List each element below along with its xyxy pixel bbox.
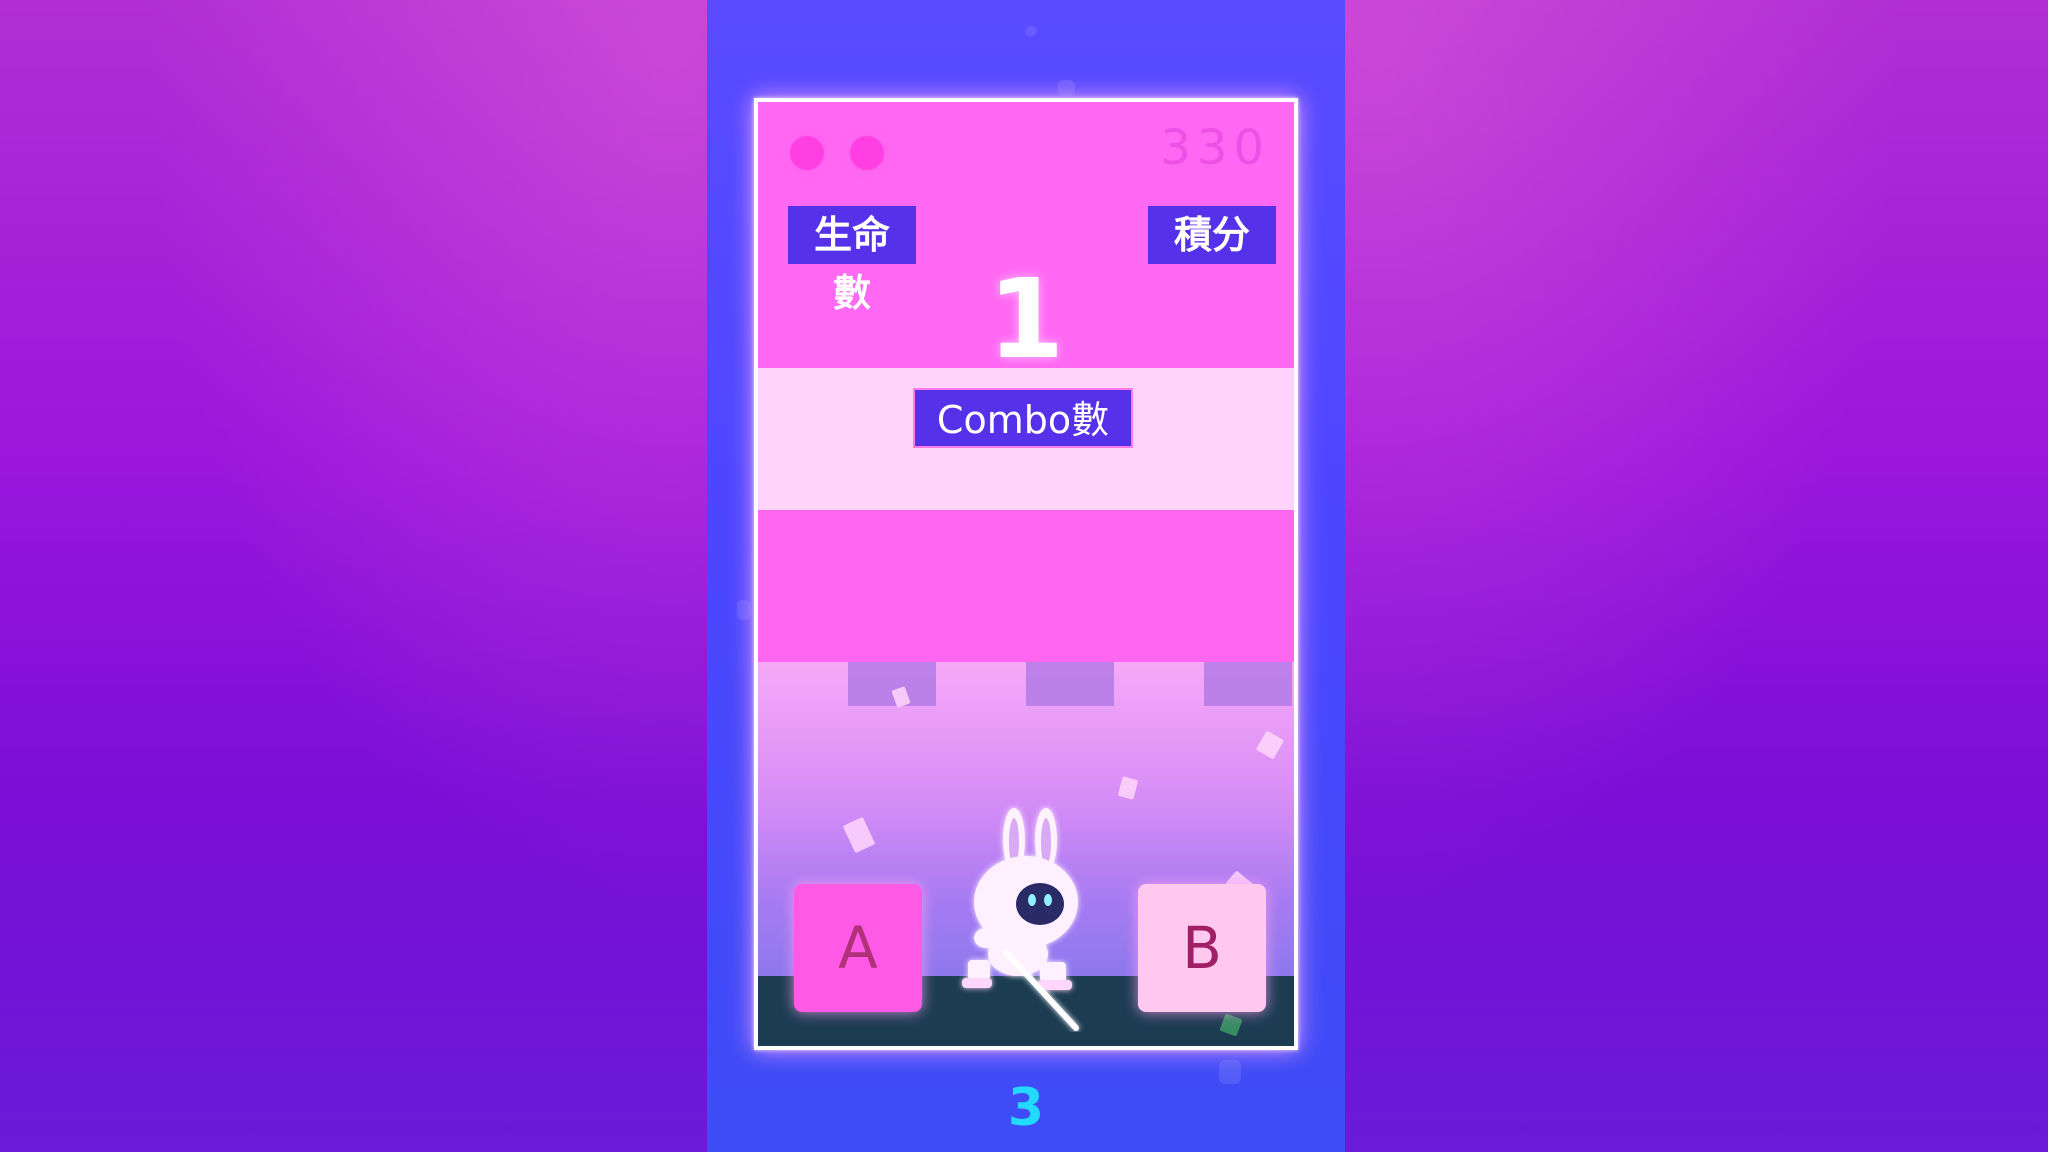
- combo-count: 1: [987, 255, 1065, 383]
- score-label: 積分: [1148, 206, 1276, 264]
- lane-block: [1026, 662, 1114, 706]
- combo-label: Combo數: [913, 388, 1133, 448]
- lane-block: [1204, 662, 1292, 706]
- score-value: 330: [1160, 120, 1270, 176]
- button-a[interactable]: A: [794, 884, 922, 1012]
- button-b[interactable]: B: [1138, 884, 1266, 1012]
- game-screen[interactable]: 330 生命數 積分 1 Combo數 A B: [754, 98, 1298, 1050]
- stage-particle: [1057, 80, 1075, 96]
- lane-block: [848, 662, 936, 706]
- round-indicator: 3: [1007, 1078, 1045, 1138]
- middle-band: [758, 510, 1294, 662]
- stage-particle: [1025, 26, 1037, 36]
- lives-label: 生命數: [788, 206, 916, 315]
- right-background: [1341, 0, 2048, 1152]
- life-dot-icon: [850, 136, 884, 170]
- bunny-character-icon: [962, 808, 1079, 1031]
- life-dot-icon: [790, 136, 824, 170]
- game-stage: 330 生命數 積分 1 Combo數 A B 3: [707, 0, 1345, 1152]
- stage-particle: [737, 600, 751, 620]
- left-background: [0, 0, 707, 1152]
